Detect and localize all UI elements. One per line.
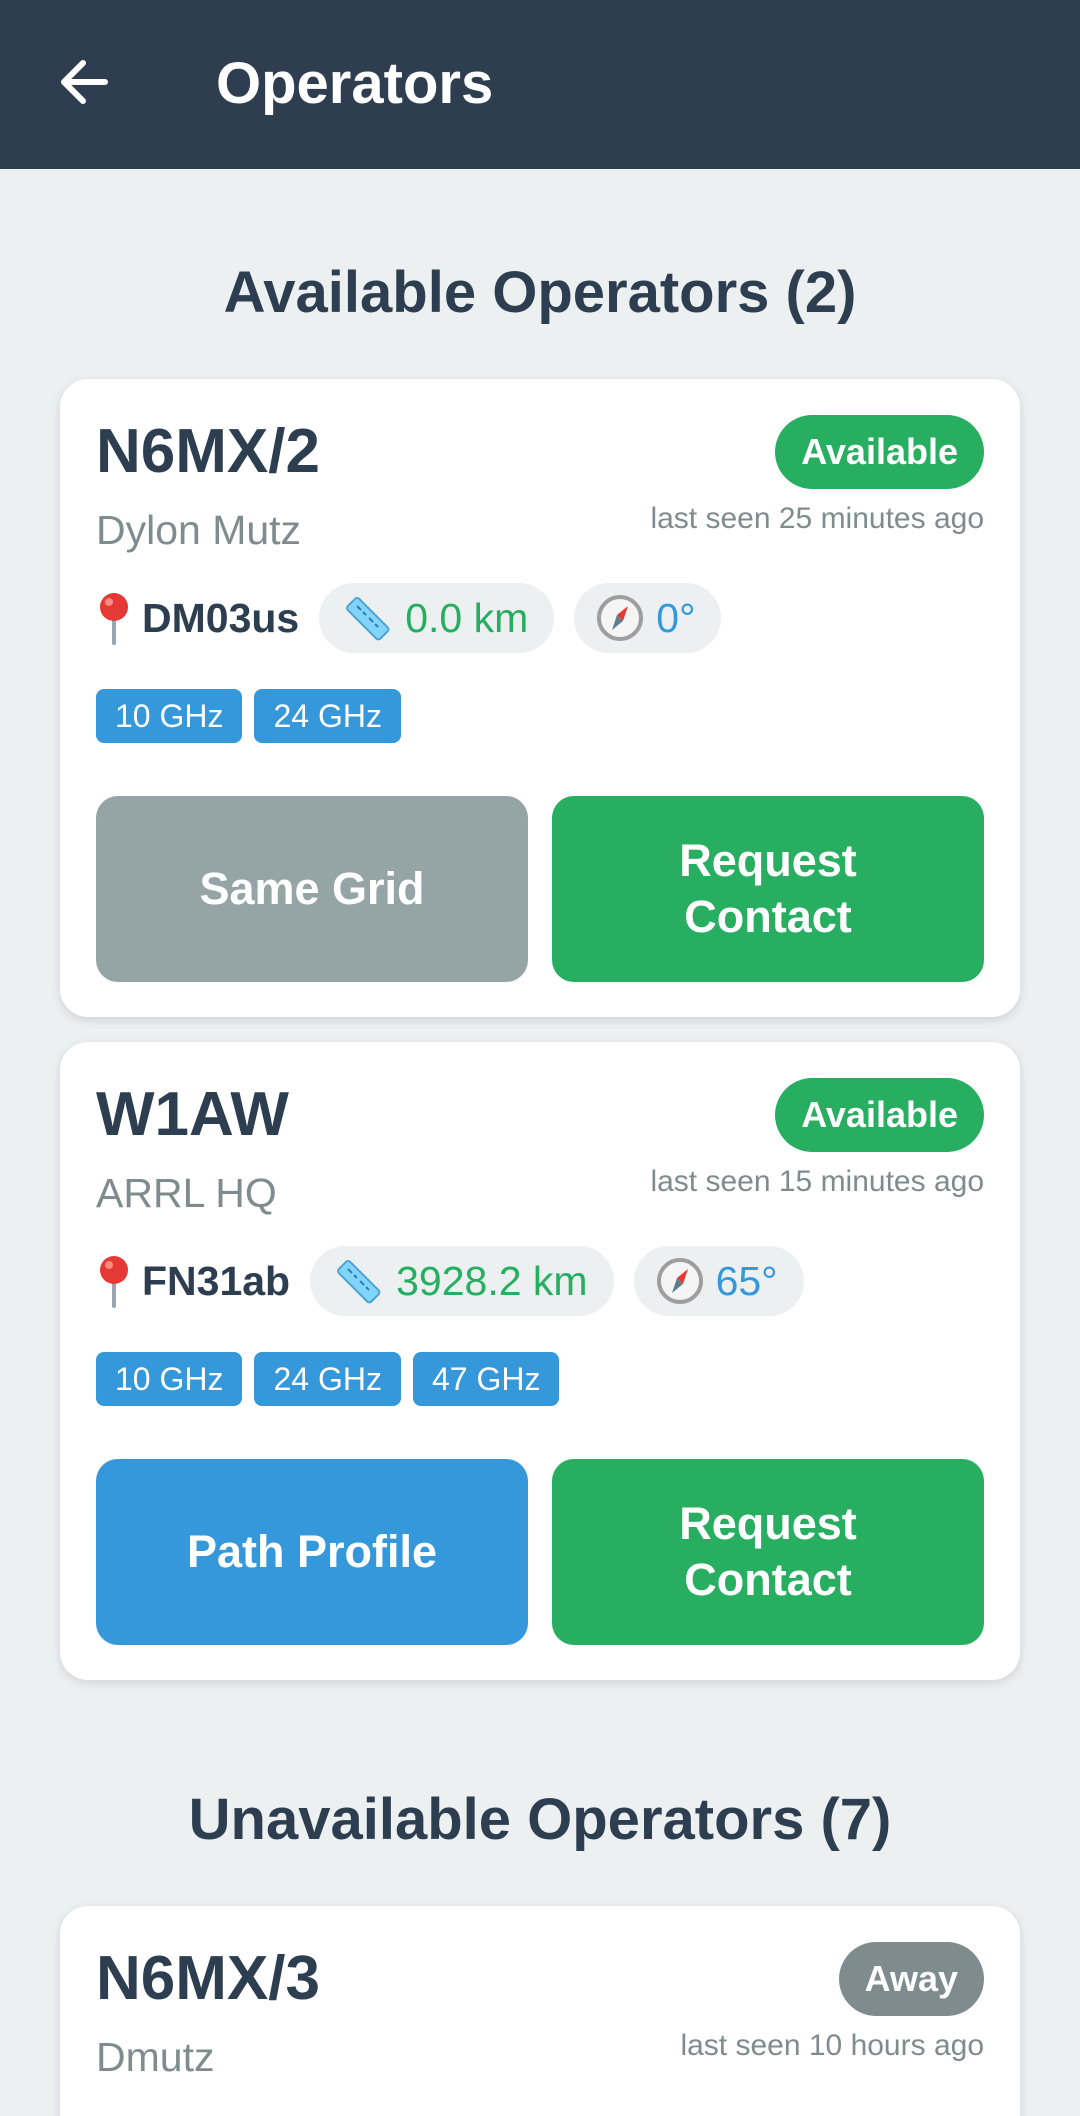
compass-icon: [656, 1258, 703, 1304]
available-section-title: Available Operators (2): [223, 260, 857, 325]
app-bar: Operators: [0, 0, 1080, 169]
ruler-icon: [346, 597, 390, 641]
ruler-icon: [337, 1260, 381, 1304]
distance-value: 0.0 km: [405, 594, 529, 641]
band-tag: 10 GHz: [96, 1352, 243, 1406]
status-badge: Available: [775, 415, 984, 489]
distance-chip: 3928.2 km: [310, 1246, 614, 1316]
compass-icon: [597, 595, 644, 641]
card-actions: Same Grid Request Contact: [96, 796, 984, 982]
map-pin-icon: [100, 1256, 128, 1308]
grid-label: FN31ab: [142, 1257, 291, 1304]
operator-card: N6MX/3 Dmutz Away last seen 10 hours ago: [60, 1906, 1020, 2116]
distance-value: 3928.2 km: [396, 1257, 588, 1304]
band-tag: 24 GHz: [254, 689, 401, 743]
operator-card: W1AW ARRL HQ Available last seen 15 minu…: [60, 1042, 1020, 1680]
unavailable-section-title: Unavailable Operators (7): [188, 1787, 892, 1852]
status-badge: Available: [775, 1078, 984, 1152]
callsign: W1AW: [96, 1080, 289, 1149]
request-contact-button[interactable]: Request Contact: [552, 1459, 984, 1645]
metrics-row: DM03us 0.0 km 0°: [96, 583, 741, 653]
bearing-chip: 0°: [574, 583, 722, 653]
metrics-row: FN31ab 3928.2 km 65°: [96, 1246, 824, 1316]
arrow-left-icon: [61, 60, 108, 104]
card-actions: Path Profile Request Contact: [96, 1459, 984, 1645]
grid-label: DM03us: [142, 594, 300, 641]
band-tag: 24 GHz: [254, 1352, 401, 1406]
request-contact-button[interactable]: Request Contact: [552, 796, 984, 982]
bearing-value: 0°: [656, 594, 696, 641]
band-tag: 10 GHz: [96, 689, 243, 743]
operator-card: N6MX/2 Dylon Mutz Available last seen 25…: [60, 379, 1020, 1017]
page-title: Operators: [216, 51, 494, 116]
callsign: N6MX/2: [96, 417, 320, 486]
bearing-chip: 65°: [633, 1246, 804, 1316]
operator-name: Dylon Mutz: [96, 507, 302, 553]
operator-name: ARRL HQ: [96, 1170, 277, 1216]
last-seen: last seen 25 minutes ago: [650, 502, 984, 535]
same-grid-button[interactable]: Same Grid: [96, 796, 528, 982]
back-button[interactable]: [52, 50, 116, 114]
status-badge: Away: [838, 1942, 984, 2016]
bearing-value: 65°: [715, 1257, 778, 1304]
operator-name: Dmutz: [96, 2034, 215, 2080]
path-profile-button[interactable]: Path Profile: [96, 1459, 528, 1645]
map-pin-icon: [100, 593, 128, 645]
last-seen: last seen 10 hours ago: [680, 2029, 984, 2062]
band-list: 10 GHz 24 GHz 47 GHz: [96, 1352, 571, 1406]
grid-locator: FN31ab: [96, 1254, 290, 1308]
grid-locator: DM03us: [96, 591, 299, 645]
band-tag: 47 GHz: [412, 1352, 560, 1406]
last-seen: last seen 15 minutes ago: [650, 1165, 984, 1198]
distance-chip: 0.0 km: [319, 583, 555, 653]
band-list: 10 GHz 24 GHz: [96, 689, 413, 743]
callsign: N6MX/3: [96, 1944, 320, 2013]
